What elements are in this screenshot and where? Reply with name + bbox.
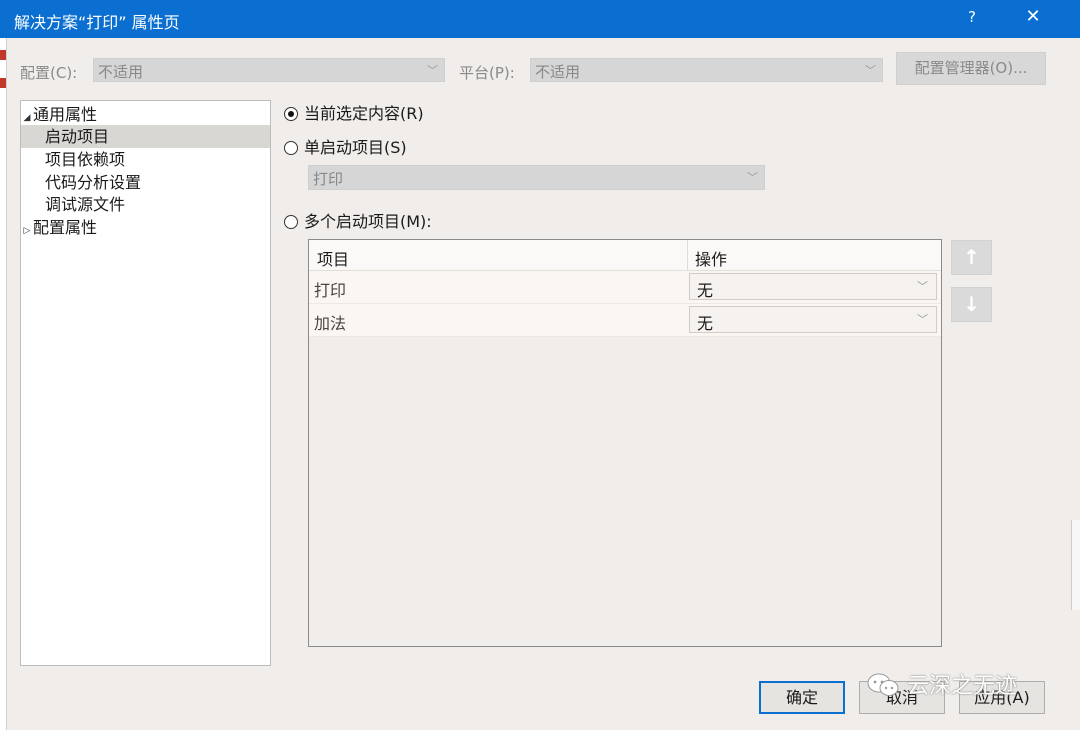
radio-label: 当前选定内容(R): [304, 104, 424, 123]
help-button[interactable]: ?: [962, 8, 982, 26]
column-header-action: 操作: [695, 250, 728, 269]
background-window-edge-right: [1071, 520, 1080, 610]
close-button[interactable]: ✕: [1022, 6, 1044, 27]
radio-unchecked-icon[interactable]: [284, 141, 298, 155]
radio-single-startup[interactable]: 单启动项目(S): [284, 137, 407, 159]
startup-projects-grid: 项目 操作 打印 无 ﹀ 加法 无 ﹀: [308, 239, 942, 647]
arrow-up-icon: ↑: [963, 245, 980, 269]
config-manager-button[interactable]: 配置管理器(O)...: [896, 52, 1046, 85]
platform-dropdown-value: 不适用: [535, 63, 581, 81]
chevron-down-icon: ﹀: [917, 280, 928, 293]
column-separator[interactable]: [687, 240, 688, 270]
tree-item-startup-project[interactable]: 启动项目: [21, 125, 270, 148]
grid-header: 项目 操作: [309, 240, 941, 271]
radio-label: 多个启动项目(M):: [304, 212, 432, 231]
row-action-dropdown[interactable]: 无 ﹀: [689, 273, 937, 300]
background-window-edge: [0, 0, 7, 730]
platform-dropdown[interactable]: 不适用 ﹀: [530, 58, 883, 82]
chevron-down-icon: ﹀: [917, 313, 928, 326]
background-red-mark: [0, 50, 6, 60]
window-title: 解决方案“打印” 属性页: [14, 13, 180, 32]
chevron-down-icon: ﹀: [865, 64, 876, 77]
move-down-button[interactable]: ↓: [951, 287, 992, 322]
wechat-icon: [867, 673, 899, 696]
table-row[interactable]: 打印 无 ﹀: [309, 271, 941, 304]
row-project-name: 打印: [314, 281, 347, 300]
watermark: 云深之无迹: [866, 668, 1017, 700]
tree-item-label: 启动项目: [45, 127, 110, 146]
arrow-down-icon: ↓: [963, 292, 980, 316]
single-startup-dropdown[interactable]: 打印 ﹀: [308, 165, 765, 190]
row-action-value: 无: [697, 314, 714, 333]
radio-multiple-startup[interactable]: 多个启动项目(M):: [284, 211, 432, 233]
tree-item-label: 配置属性: [33, 218, 98, 237]
table-row[interactable]: 加法 无 ﹀: [309, 304, 941, 337]
row-action-dropdown[interactable]: 无 ﹀: [689, 306, 937, 333]
config-dropdown[interactable]: 不适用 ﹀: [93, 58, 445, 82]
radio-label: 单启动项目(S): [304, 138, 407, 157]
tree-item-common-properties[interactable]: ◢ 通用属性: [21, 103, 270, 126]
chevron-down-icon: ﹀: [427, 64, 438, 77]
tree-item-label: 调试源文件: [45, 195, 126, 214]
property-tree: ◢ 通用属性 启动项目 项目依赖项 代码分析设置 调试源文件 ▷ 配置属性: [20, 100, 271, 666]
config-dropdown-value: 不适用: [98, 63, 144, 81]
radio-unchecked-icon[interactable]: [284, 215, 298, 229]
row-project-name: 加法: [314, 314, 347, 333]
radio-checked-icon[interactable]: [284, 107, 298, 121]
tree-item-project-dependencies[interactable]: 项目依赖项: [21, 148, 270, 171]
background-red-mark: [0, 78, 6, 88]
ok-button[interactable]: 确定: [759, 681, 845, 714]
radio-current-selection[interactable]: 当前选定内容(R): [284, 103, 424, 125]
title-bar: 解决方案“打印” 属性页 ? ✕: [0, 0, 1080, 38]
chevron-down-icon: ﹀: [747, 171, 758, 184]
tree-item-code-analysis[interactable]: 代码分析设置: [21, 171, 270, 194]
column-header-project: 项目: [317, 250, 350, 269]
platform-label: 平台(P):: [459, 64, 515, 82]
tree-item-label: 通用属性: [33, 105, 98, 124]
move-up-button[interactable]: ↑: [951, 240, 992, 275]
config-label: 配置(C):: [20, 64, 78, 82]
collapsed-triangle-icon[interactable]: ▷: [21, 220, 33, 243]
tree-item-label: 项目依赖项: [45, 150, 126, 169]
watermark-text: 云深之无迹: [907, 674, 1018, 699]
tree-item-configuration-properties[interactable]: ▷ 配置属性: [21, 216, 270, 239]
single-startup-value: 打印: [313, 170, 344, 188]
tree-item-debug-source-files[interactable]: 调试源文件: [21, 193, 270, 216]
row-action-value: 无: [697, 281, 714, 300]
tree-item-label: 代码分析设置: [45, 173, 142, 192]
